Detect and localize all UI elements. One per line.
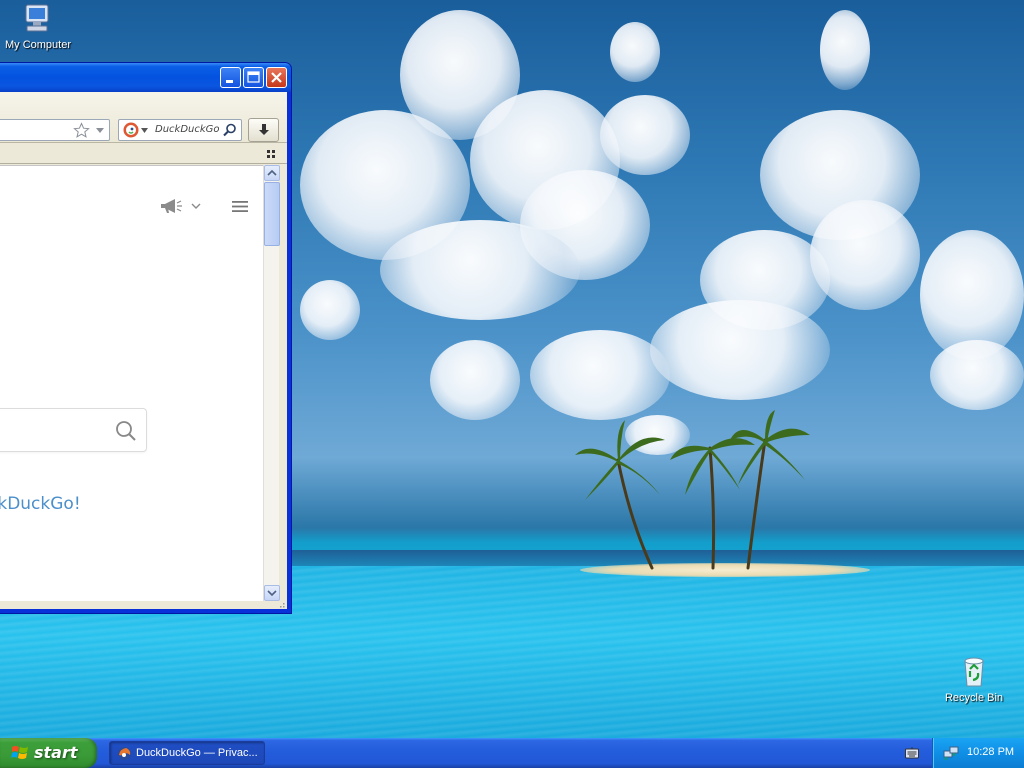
- desktop-icon-my-computer[interactable]: My Computer: [0, 2, 76, 51]
- engine-dropdown-icon[interactable]: [141, 128, 148, 133]
- close-icon: [271, 72, 282, 83]
- cloud: [810, 200, 920, 310]
- start-button[interactable]: start: [0, 738, 97, 768]
- my-computer-icon: [25, 4, 49, 32]
- cloud: [530, 330, 670, 420]
- toolbar-grip-icon[interactable]: [267, 150, 275, 158]
- minimize-icon: [226, 80, 233, 83]
- duckduckgo-logo-icon[interactable]: [123, 122, 139, 138]
- megaphone-icon[interactable]: [159, 198, 185, 214]
- recycle-bin-label: Recycle Bin: [944, 692, 1004, 704]
- maximize-icon: [247, 71, 260, 83]
- firefox-icon: [118, 747, 131, 760]
- resize-grip-icon[interactable]: [277, 601, 285, 609]
- maximize-button[interactable]: [243, 67, 264, 88]
- duckduckgo-link[interactable]: ckDuckGo!: [0, 494, 81, 514]
- address-bar[interactable]: [0, 119, 110, 141]
- search-bar[interactable]: DuckDuckGo: [118, 119, 242, 141]
- cloud: [600, 95, 690, 175]
- dropdown-arrow-icon[interactable]: [95, 126, 105, 135]
- downloads-button[interactable]: [248, 118, 279, 142]
- chevron-down-icon[interactable]: [191, 202, 201, 210]
- window-frame: DuckDuckGo DuckGo!: [0, 92, 287, 609]
- magnifier-icon[interactable]: [115, 420, 137, 442]
- cloud: [650, 300, 830, 400]
- search-placeholder: DuckDuckGo: [155, 124, 220, 135]
- page-content: ckDuckGo!: [0, 165, 263, 601]
- clock[interactable]: 10:28 PM: [967, 746, 1014, 758]
- cloud: [610, 22, 660, 82]
- taskbar: start DuckDuckGo — Privac... 10:28 PM: [0, 738, 1024, 768]
- my-computer-label: My Computer: [4, 39, 72, 51]
- cloud: [820, 10, 870, 90]
- navigation-toolbar: DuckDuckGo: [0, 92, 287, 143]
- bookmarks-toolbar: [0, 144, 287, 164]
- system-tray: 10:28 PM: [932, 738, 1024, 768]
- download-arrow-icon: [259, 124, 269, 135]
- start-label: start: [34, 743, 78, 762]
- window-titlebar[interactable]: [0, 63, 291, 92]
- desktop-icon-recycle-bin[interactable]: Recycle Bin: [936, 655, 1012, 704]
- chevron-down-icon: [267, 590, 277, 597]
- chevron-up-icon: [267, 169, 277, 176]
- status-bar: [0, 601, 287, 609]
- keyboard-icon[interactable]: [905, 746, 919, 760]
- search-go-icon[interactable]: [223, 123, 237, 137]
- hamburger-menu-icon[interactable]: [232, 200, 248, 213]
- star-icon[interactable]: [73, 122, 90, 139]
- minimize-button[interactable]: [220, 67, 241, 88]
- cloud: [930, 340, 1024, 410]
- browser-window[interactable]: DuckDuckGo DuckGo!: [0, 62, 292, 614]
- network-icon[interactable]: [943, 745, 959, 761]
- cloud: [430, 340, 520, 420]
- taskbar-item-label: DuckDuckGo — Privac...: [136, 747, 258, 759]
- taskbar-item-duckduckgo[interactable]: DuckDuckGo — Privac...: [109, 741, 265, 765]
- scroll-down-button[interactable]: [264, 585, 280, 601]
- vertical-scrollbar[interactable]: [263, 165, 280, 601]
- cloud: [300, 280, 360, 340]
- scroll-thumb[interactable]: [264, 182, 280, 246]
- windows-logo-icon: [11, 746, 28, 759]
- recycle-bin-icon: [964, 657, 984, 687]
- cloud: [380, 220, 580, 320]
- close-button[interactable]: [266, 67, 287, 88]
- homepage-search-input[interactable]: [0, 408, 147, 452]
- scroll-up-button[interactable]: [264, 165, 280, 181]
- palm-trees: [575, 410, 810, 570]
